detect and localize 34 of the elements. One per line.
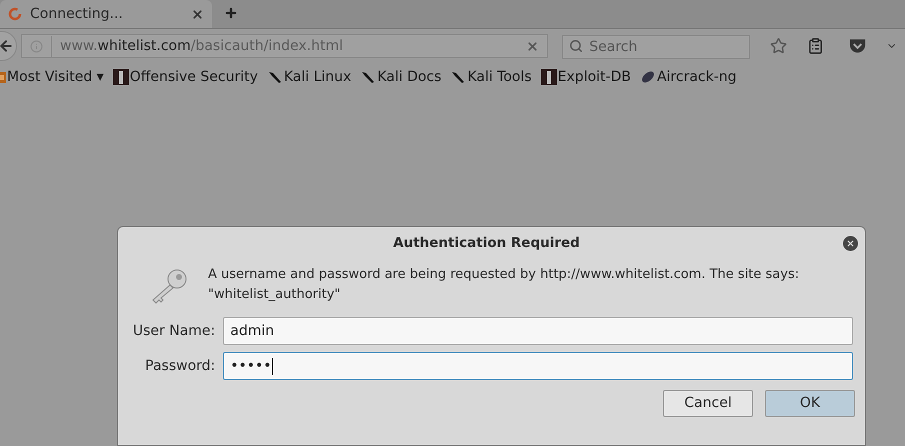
key-icon <box>150 269 188 305</box>
clear-icon[interactable] <box>526 40 540 53</box>
address-bar[interactable]: www.whitelist.com/basicauth/index.html <box>21 34 548 58</box>
field-label: User Name: <box>132 322 216 340</box>
url-text: www.whitelist.com/basicauth/index.html <box>51 36 518 57</box>
search-icon <box>569 38 584 53</box>
bookmark-star-icon[interactable] <box>770 37 788 56</box>
bookmark-item[interactable]: Exploit-DB <box>540 66 631 88</box>
back-button[interactable] <box>0 31 17 62</box>
close-icon[interactable] <box>191 8 204 21</box>
loading-spinner-icon <box>8 7 22 22</box>
bookmark-item[interactable]: Most Visited ▾ <box>0 66 104 88</box>
site-icon <box>540 69 557 86</box>
dialog-button[interactable]: Cancel <box>663 390 753 417</box>
dialog-title: Authentication Required <box>392 234 581 253</box>
tab-title: Connecting... <box>30 4 124 24</box>
bookmark-item[interactable]: Kali Docs <box>360 66 442 88</box>
close-icon <box>846 238 855 248</box>
bookmark-item[interactable]: Kali Linux <box>266 66 352 88</box>
dialog-message: A username and password are being requested by http://www.whitelist.com. The site says: "whitelist_authority" <box>208 266 800 304</box>
input-field[interactable]: ••••• <box>223 352 853 380</box>
browser-tab[interactable]: Connecting... <box>0 0 212 28</box>
bookmark-item[interactable]: Aircrack-ng <box>640 66 737 88</box>
close-button[interactable] <box>843 236 858 250</box>
site-icon <box>112 69 129 86</box>
pocket-icon[interactable] <box>848 38 866 54</box>
bookmark-item[interactable]: Kali Tools <box>450 66 532 88</box>
search-field[interactable]: Search <box>562 34 750 59</box>
bookmark-item[interactable]: Offensive Security <box>112 66 258 88</box>
new-tab-icon[interactable] <box>224 6 238 20</box>
input-field[interactable]: admin <box>223 317 853 345</box>
field-label: Password: <box>144 356 216 376</box>
dialog-button[interactable]: OK <box>765 390 855 417</box>
reading-list-icon[interactable] <box>807 37 824 56</box>
